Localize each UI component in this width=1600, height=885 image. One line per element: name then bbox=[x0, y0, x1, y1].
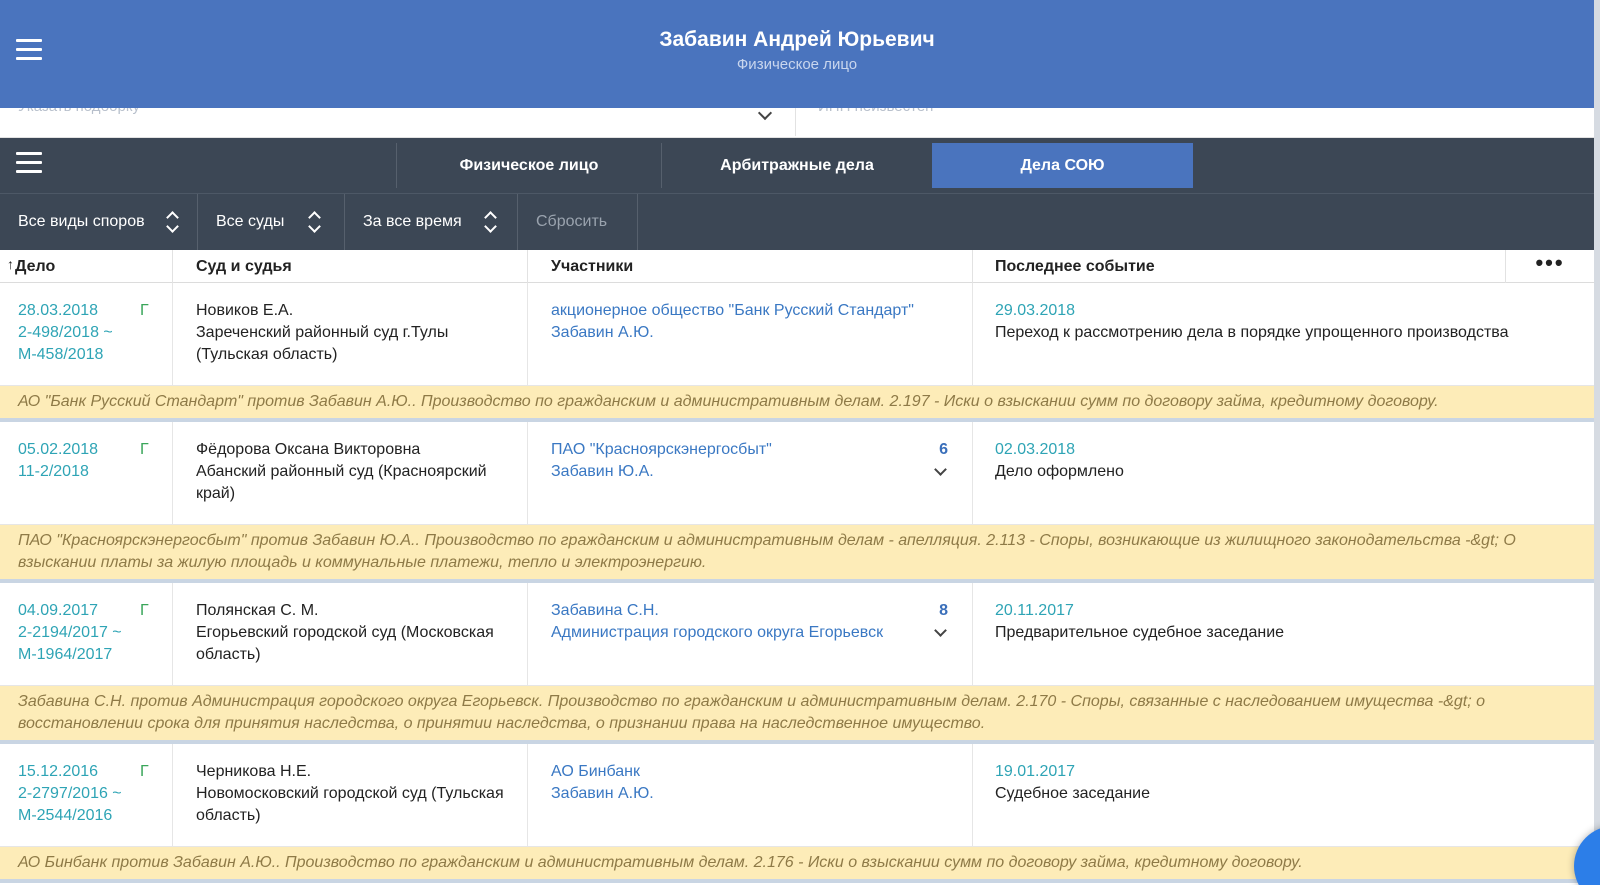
case-cell: 28.03.2018 Г 2-498/2018 ~ М-458/2018 bbox=[0, 283, 173, 385]
participants-cell: АО Бинбанк Забавин А.Ю. bbox=[528, 744, 973, 846]
participant-link[interactable]: Забавин А.Ю. bbox=[551, 783, 972, 805]
case-type-badge: Г bbox=[140, 763, 149, 780]
participants-count: 6 bbox=[939, 441, 948, 458]
judge-name: Фёдорова Оксана Викторовна bbox=[196, 441, 421, 458]
case-number-link[interactable]: 11-2/2018 bbox=[18, 461, 172, 483]
case-number-link[interactable]: 2-498/2018 ~ bbox=[18, 322, 172, 344]
participants-cell: Забавина С.Н. Администрация городского о… bbox=[528, 583, 973, 685]
case-description: Забавина С.Н. против Администрация город… bbox=[0, 685, 1594, 744]
filter-bar: Все виды споров Все суды За все время Сб… bbox=[0, 193, 1594, 250]
case-number-link[interactable]: 2-2797/2016 ~ bbox=[18, 783, 172, 805]
case-type-badge: Г bbox=[140, 302, 149, 319]
event-text: Судебное заседание bbox=[995, 785, 1151, 802]
tab-arbitration-cases[interactable]: Арбитражные дела bbox=[661, 143, 932, 188]
chevron-down-icon[interactable] bbox=[757, 105, 773, 121]
participant-link[interactable]: ПАО "Красноярскэнергосбыт" bbox=[551, 439, 972, 461]
more-options-icon[interactable]: ••• bbox=[1505, 250, 1594, 283]
event-text: Переход к рассмотрению дела в порядке уп… bbox=[995, 324, 1509, 341]
participant-link[interactable]: Забавин А.Ю. bbox=[551, 322, 972, 344]
event-date: 29.03.2018 bbox=[995, 302, 1076, 319]
dispute-type-filter-label: Все виды споров bbox=[18, 213, 145, 230]
event-text: Предварительное судебное заседание bbox=[995, 624, 1285, 641]
period-filter[interactable]: За все время bbox=[345, 194, 518, 250]
sort-arrow-up-icon: ↑ bbox=[7, 256, 14, 272]
table-header: ↑Дело Суд и судья Участники Последнее со… bbox=[0, 250, 1594, 283]
judge-name: Полянская С. М. bbox=[196, 602, 319, 619]
case-number-link[interactable]: М-2544/2016 bbox=[18, 805, 172, 827]
participant-link[interactable]: акционерное общество "Банк Русский Станд… bbox=[551, 300, 972, 322]
page-title: Забавин Андрей Юрьевич bbox=[659, 28, 935, 51]
court-name: Зареченский районный суд г.Тулы (Тульска… bbox=[196, 324, 449, 363]
case-type-badge: Г bbox=[140, 602, 149, 619]
court-name: Егорьевский городской суд (Московская об… bbox=[196, 624, 494, 663]
last-event-cell: 20.11.2017 Предварительное судебное засе… bbox=[973, 583, 1594, 685]
sort-updown-icon bbox=[167, 210, 177, 234]
tab-bar: Физическое лицо Арбитражные дела Дела СО… bbox=[0, 138, 1594, 193]
last-event-cell: 29.03.2018 Переход к рассмотрению дела в… bbox=[973, 283, 1594, 385]
case-description: АО Бинбанк против Забавин А.Ю.. Производ… bbox=[0, 846, 1594, 883]
table-row[interactable]: 15.12.2016 Г 2-2797/2016 ~ М-2544/2016 Ч… bbox=[0, 744, 1594, 883]
case-cell: 04.09.2017 Г 2-2194/2017 ~ М-1964/2017 bbox=[0, 583, 173, 685]
period-filter-label: За все время bbox=[363, 213, 462, 230]
page-subtitle: Физическое лицо bbox=[736, 56, 858, 73]
column-header-last-event[interactable]: Последнее событие bbox=[973, 250, 1505, 283]
page: Забавин Андрей Юрьевич Физическое лицо У… bbox=[0, 0, 1594, 885]
reset-button[interactable]: Сбросить bbox=[518, 194, 638, 250]
case-description: АО "Банк Русский Стандарт" против Забави… bbox=[0, 385, 1594, 422]
case-type-badge: Г bbox=[140, 441, 149, 458]
participants-cell: акционерное общество "Банк Русский Станд… bbox=[528, 283, 973, 385]
participants-count: 8 bbox=[939, 602, 948, 619]
event-text: Дело оформлено bbox=[995, 463, 1124, 480]
court-filter[interactable]: Все суды bbox=[198, 194, 345, 250]
column-header-case[interactable]: ↑Дело bbox=[0, 250, 173, 283]
case-number-link[interactable]: 2-2194/2017 ~ bbox=[18, 622, 172, 644]
table-row[interactable]: 04.09.2017 Г 2-2194/2017 ~ М-1964/2017 П… bbox=[0, 583, 1594, 744]
case-description: ПАО "Красноярскэнергосбыт" против Забави… bbox=[0, 524, 1594, 583]
tab-general-court-cases[interactable]: Дела СОЮ bbox=[932, 143, 1193, 188]
event-date: 19.01.2017 bbox=[995, 763, 1076, 780]
court-name: Новомосковский городской суд (Тульская о… bbox=[196, 785, 504, 824]
last-event-cell: 02.03.2018 Дело оформлено bbox=[973, 422, 1594, 524]
court-cell: Черникова Н.Е. Новомосковский городской … bbox=[173, 744, 528, 846]
table-row[interactable]: 05.02.2018 Г 11-2/2018 Фёдорова Оксана В… bbox=[0, 422, 1594, 583]
judge-name: Новиков Е.А. bbox=[196, 302, 294, 319]
judge-name: Черникова Н.Е. bbox=[196, 763, 312, 780]
app-header: Забавин Андрей Юрьевич Физическое лицо bbox=[0, 0, 1594, 108]
case-number-link[interactable]: М-458/2018 bbox=[18, 344, 172, 366]
court-cell: Новиков Е.А. Зареченский районный суд г.… bbox=[173, 283, 528, 385]
court-cell: Фёдорова Оксана Викторовна Абанский райо… bbox=[173, 422, 528, 524]
court-filter-label: Все суды bbox=[216, 213, 285, 230]
column-header-participants[interactable]: Участники bbox=[528, 250, 973, 283]
court-cell: Полянская С. М. Егорьевский городской су… bbox=[173, 583, 528, 685]
case-cell: 05.02.2018 Г 11-2/2018 bbox=[0, 422, 173, 524]
sort-updown-icon bbox=[309, 210, 319, 234]
participant-link[interactable]: Забавин Ю.А. bbox=[551, 461, 972, 483]
sort-updown-icon bbox=[485, 210, 495, 234]
event-date: 20.11.2017 bbox=[995, 602, 1074, 619]
column-header-court[interactable]: Суд и судья bbox=[173, 250, 528, 283]
case-number-link[interactable]: М-1964/2017 bbox=[18, 644, 172, 666]
case-cell: 15.12.2016 Г 2-2797/2016 ~ М-2544/2016 bbox=[0, 744, 173, 846]
case-list: 28.03.2018 Г 2-498/2018 ~ М-458/2018 Нов… bbox=[0, 283, 1594, 883]
participant-link[interactable]: АО Бинбанк bbox=[551, 761, 972, 783]
court-name: Абанский районный суд (Красноярский край… bbox=[196, 463, 487, 502]
event-date: 02.03.2018 bbox=[995, 441, 1076, 458]
tab-individual[interactable]: Физическое лицо bbox=[396, 143, 661, 188]
table-row[interactable]: 28.03.2018 Г 2-498/2018 ~ М-458/2018 Нов… bbox=[0, 283, 1594, 422]
dispute-type-filter[interactable]: Все виды споров bbox=[0, 194, 198, 250]
last-event-cell: 19.01.2017 Судебное заседание bbox=[973, 744, 1594, 846]
participants-cell: ПАО "Красноярскэнергосбыт" Забавин Ю.А. … bbox=[528, 422, 973, 524]
menu-icon[interactable] bbox=[16, 152, 42, 174]
participant-link[interactable]: Забавина С.Н. bbox=[551, 600, 972, 622]
participant-link[interactable]: Администрация городского округа Егорьевс… bbox=[551, 622, 972, 644]
